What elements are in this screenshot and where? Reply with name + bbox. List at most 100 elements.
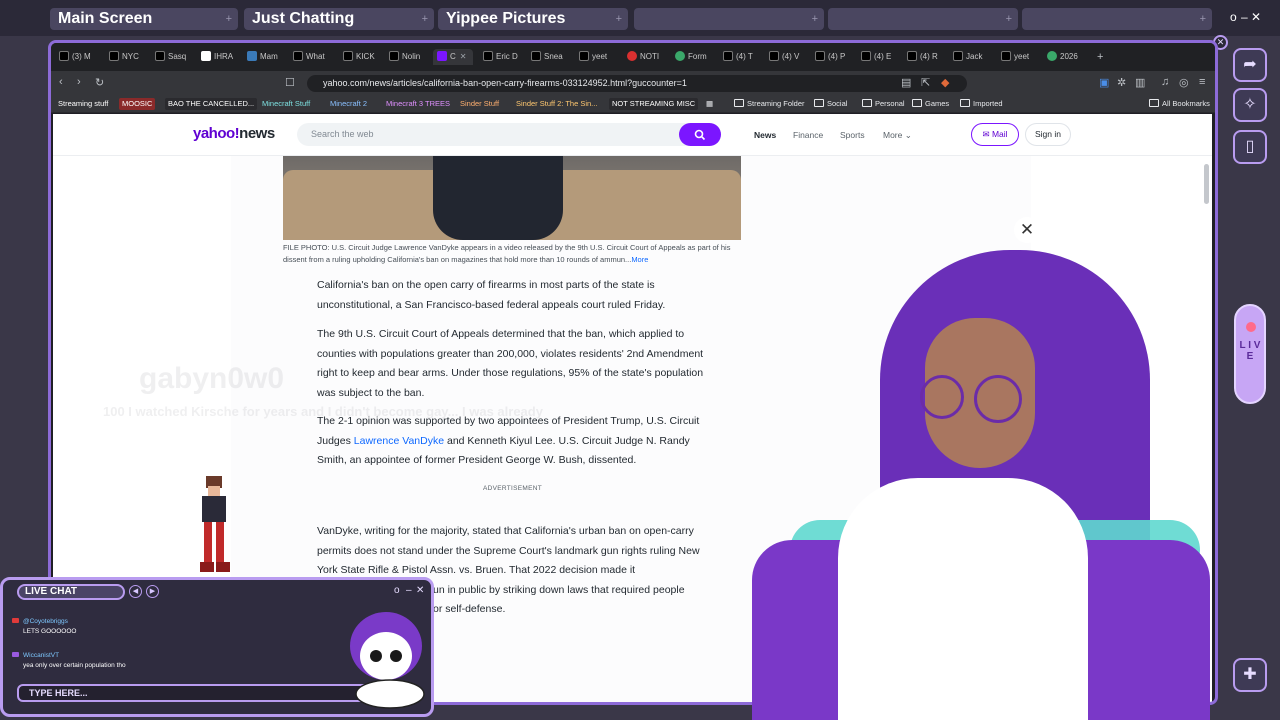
share-arrow-icon[interactable]: ➦ <box>1233 48 1267 82</box>
browser-tab[interactable]: yeet <box>579 49 623 65</box>
sparkle-icon[interactable]: ✧ <box>1233 88 1267 122</box>
browser-tab[interactable]: Form <box>675 49 719 65</box>
search-button[interactable] <box>679 123 721 146</box>
browser-tab[interactable]: (3) M <box>59 49 103 65</box>
chat-minimize-button[interactable]: o <box>394 585 400 596</box>
browser-tab[interactable]: (4) E <box>861 49 905 65</box>
close-button[interactable]: ✕ <box>1251 10 1261 24</box>
caption-more-link[interactable]: More <box>631 255 648 264</box>
chevron-right-icon[interactable]: ▶ <box>146 585 159 598</box>
browser-tab[interactable]: What <box>293 49 337 65</box>
nav-sports[interactable]: Sports <box>840 130 865 140</box>
browser-tab[interactable]: (4) V <box>769 49 813 65</box>
globe-icon <box>1047 51 1057 61</box>
vpn-icon[interactable]: ◎ <box>1179 76 1189 89</box>
bookmark-folder[interactable]: Personal <box>859 98 908 110</box>
form-icon <box>675 51 685 61</box>
back-icon[interactable]: ‹ <box>59 76 63 88</box>
browser-tab[interactable]: NOTI <box>627 49 671 65</box>
music-icon[interactable]: ♫ <box>1161 76 1169 88</box>
bookmark-item[interactable]: Minecraft 3 TREES <box>383 98 453 110</box>
page-action-icon[interactable]: ▤ <box>901 76 911 89</box>
bookmark-item[interactable]: Minecraft 2 <box>327 98 370 110</box>
chevron-left-icon[interactable]: ◀ <box>129 585 142 598</box>
browser-tab[interactable]: NYC <box>109 49 153 65</box>
browser-tab[interactable]: Eric D <box>483 49 527 65</box>
browser-tab[interactable]: (4) R <box>907 49 951 65</box>
mail-button[interactable]: ✉ Mail <box>971 123 1019 146</box>
x-icon <box>109 51 119 61</box>
bookmark-folder[interactable]: Streaming Folder <box>731 98 808 110</box>
browser-tab[interactable]: Mam <box>247 49 291 65</box>
browser-tab[interactable]: 2026 <box>1047 49 1091 65</box>
scene-tab-main-screen[interactable]: Main Screen + <box>50 8 238 30</box>
close-icon[interactable]: ✕ <box>460 52 467 61</box>
w-icon <box>201 51 211 61</box>
browser-tab[interactable]: KICK <box>343 49 387 65</box>
chat-username: WiccanistVT <box>23 652 60 659</box>
share-icon[interactable]: ⇱ <box>921 76 930 89</box>
browser-tab[interactable]: Sasq <box>155 49 199 65</box>
sign-in-button[interactable]: Sign in <box>1025 123 1071 146</box>
scene-tab-empty-4[interactable]: + <box>634 8 824 30</box>
bookmark-item[interactable]: MOOSIC <box>119 98 156 110</box>
add-icon[interactable]: ✚ <box>1233 658 1267 692</box>
close-icon[interactable]: ✕ <box>1014 217 1040 243</box>
chat-maximize-button[interactable]: – <box>406 585 412 596</box>
nav-news[interactable]: News <box>754 130 776 140</box>
sidebar-icon[interactable]: ▥ <box>1135 76 1145 89</box>
bookmark-item[interactable]: Streaming stuff <box>55 98 111 110</box>
brave-shield-icon[interactable]: ◆ <box>941 76 949 89</box>
yahoo-news-logo[interactable]: yahoo!news <box>193 125 275 142</box>
browser-tab[interactable]: (4) T <box>723 49 767 65</box>
bookmark-folder[interactable]: Social <box>811 98 850 110</box>
scene-tab-just-chatting[interactable]: Just Chatting + <box>244 8 434 30</box>
reload-icon[interactable]: ↻ <box>95 76 104 89</box>
article-paragraph: California's ban on the open carry of fi… <box>317 279 666 311</box>
bookmark-item[interactable]: NOT STREAMING MISC <box>609 98 699 110</box>
vandyke-link[interactable]: Lawrence VanDyke <box>354 435 444 447</box>
nav-more[interactable]: More ⌄ <box>883 130 912 141</box>
plus-icon: + <box>225 13 232 25</box>
x-icon <box>579 51 589 61</box>
scene-tab-empty-6[interactable]: + <box>1022 8 1212 30</box>
bookmark-folder[interactable]: Games <box>909 98 952 110</box>
plus-icon: + <box>811 13 818 25</box>
extension-icon[interactable]: ▣ <box>1099 76 1109 89</box>
browser-tab-active[interactable]: C ✕ <box>433 49 473 65</box>
browser-tab[interactable]: yeet <box>1001 49 1045 65</box>
chat-input[interactable]: TYPE HERE... <box>17 684 393 702</box>
all-bookmarks[interactable]: All Bookmarks <box>1146 98 1213 110</box>
address-bar[interactable]: yahoo.com/news/articles/california-ban-o… <box>307 75 967 92</box>
bookmark-item[interactable]: Minecraft Stuff <box>259 98 313 110</box>
scene-tab-empty-5[interactable]: + <box>828 8 1018 30</box>
yahoo-icon <box>437 51 447 61</box>
new-tab-button[interactable]: + <box>1097 49 1111 65</box>
bookmark-item[interactable]: Sinder Stuff 2: The Sin... <box>513 98 600 110</box>
scene-tab-yippee-pictures[interactable]: Yippee Pictures + <box>438 8 628 30</box>
browser-tab[interactable]: Nolin <box>389 49 433 65</box>
forward-icon[interactable]: › <box>77 76 81 88</box>
browser-tab[interactable]: Jack <box>953 49 997 65</box>
minimize-button[interactable]: o <box>1230 10 1237 24</box>
bookmark-folder[interactable]: Imported <box>957 98 1006 110</box>
bookmark-item[interactable]: Sinder Stuff <box>457 98 502 110</box>
nav-finance[interactable]: Finance <box>793 130 823 140</box>
maximize-button[interactable]: – <box>1241 10 1248 24</box>
menu-icon[interactable]: ≡ <box>1199 76 1205 88</box>
chat-close-button[interactable]: ✕ <box>416 585 424 596</box>
bookmark-item[interactable]: BAO THE CANCELLED... <box>165 98 258 110</box>
bookmark-icon[interactable]: ▯ <box>1233 130 1267 164</box>
glasses-icon <box>920 375 964 419</box>
article-photo[interactable] <box>283 156 741 240</box>
browser-tab[interactable]: IHRA <box>201 49 245 65</box>
apps-grid-icon[interactable]: ▦ <box>703 98 716 110</box>
x-icon <box>861 51 871 61</box>
browser-tab[interactable]: Snea <box>531 49 575 65</box>
puzzle-icon[interactable]: ✲ <box>1117 76 1126 89</box>
browser-tab[interactable]: (4) P <box>815 49 859 65</box>
search-input[interactable]: Search the web <box>297 123 701 146</box>
x-icon <box>907 51 917 61</box>
bookmark-star-icon[interactable]: ☐ <box>285 76 295 89</box>
scrollbar[interactable] <box>1204 164 1209 204</box>
